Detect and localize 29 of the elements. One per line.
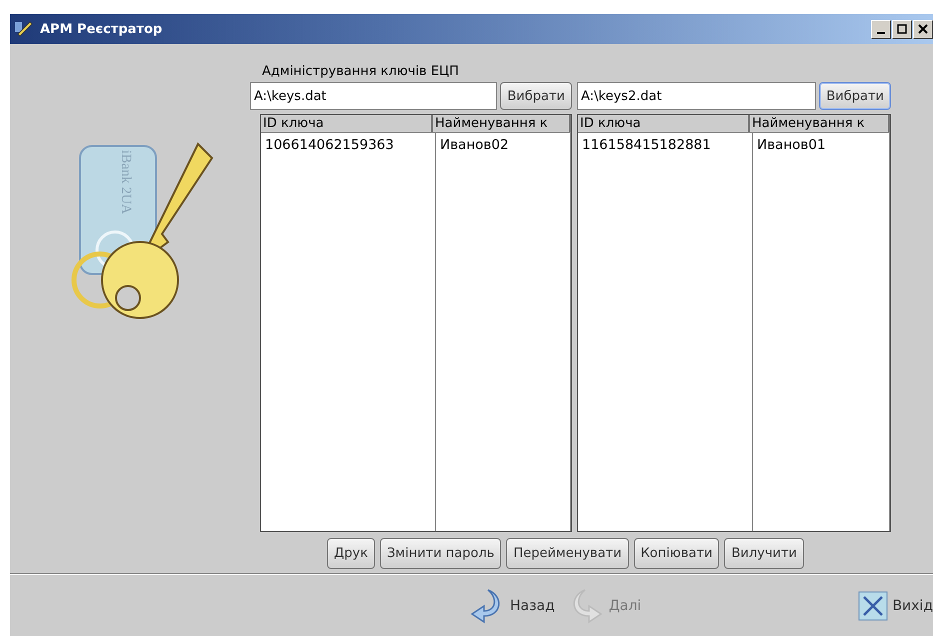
browse-button[interactable]: Вибрати bbox=[500, 82, 572, 110]
back-button[interactable]: Назад bbox=[470, 588, 555, 624]
column-header[interactable]: ID ключа bbox=[578, 115, 750, 132]
maximize-icon bbox=[897, 24, 907, 34]
app-pen-icon bbox=[14, 20, 34, 38]
table-cell-text: 106614062159363 bbox=[265, 137, 395, 153]
table-cell-text: 116158415182881 bbox=[582, 137, 712, 153]
table-cell-text: Иванов02 bbox=[440, 137, 510, 153]
column-header[interactable]: ID ключа bbox=[261, 115, 433, 132]
maximize-button[interactable] bbox=[892, 20, 912, 38]
action-button[interactable]: Змінити пароль bbox=[380, 538, 502, 569]
column-header[interactable]: Найменування к bbox=[433, 115, 571, 132]
window-title: АРМ Реєстратор bbox=[40, 22, 164, 36]
action-button[interactable]: Вилучити bbox=[724, 538, 804, 569]
close-icon bbox=[918, 24, 928, 34]
action-button[interactable]: Перейменувати bbox=[506, 538, 629, 569]
file-path-field[interactable]: A:\keys2.dat bbox=[577, 82, 816, 110]
action-button[interactable]: Друк bbox=[326, 538, 375, 569]
close-icon bbox=[858, 590, 888, 620]
file-path-field[interactable]: A:\keys.dat bbox=[250, 82, 498, 110]
table-cell-text: Иванов01 bbox=[757, 137, 827, 153]
minimize-icon bbox=[877, 32, 885, 34]
browse-button[interactable]: Вибрати bbox=[819, 82, 891, 110]
exit-button[interactable]: Вихід bbox=[858, 590, 933, 620]
minimize-button[interactable] bbox=[871, 20, 891, 38]
action-button[interactable]: Копіювати bbox=[634, 538, 720, 569]
section-label: Адміністрування ключів ЕЦП bbox=[262, 64, 460, 79]
column-header[interactable]: Найменування к bbox=[750, 115, 890, 132]
close-button[interactable] bbox=[913, 20, 933, 38]
